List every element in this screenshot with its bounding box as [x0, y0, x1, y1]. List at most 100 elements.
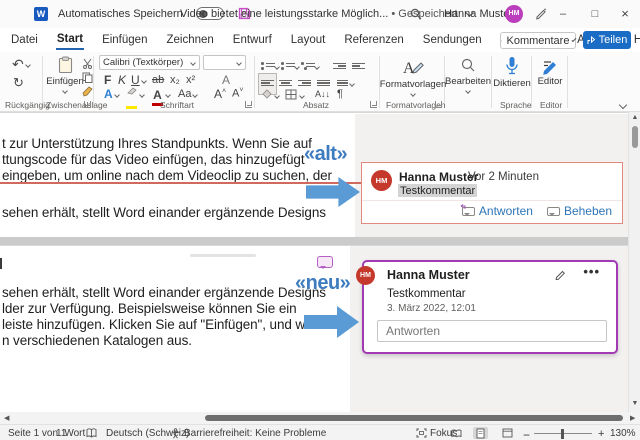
tab-einfuegen[interactable]: Einfügen [101, 32, 148, 48]
styles-button[interactable]: A Formatvorlagen [384, 57, 442, 96]
tab-layout[interactable]: Layout [290, 32, 327, 48]
redo-button[interactable]: ↻ [13, 76, 24, 89]
ribbon-collapse-chevron[interactable] [619, 101, 627, 109]
accessibility-status[interactable]: Barrierefreiheit: Keine Probleme [184, 428, 326, 439]
comment-avatar: HM [371, 170, 392, 191]
borders-chevron[interactable] [299, 93, 305, 99]
tab-zeichnen[interactable]: Zeichnen [165, 32, 214, 48]
user-name[interactable]: Hanna Muster [444, 8, 513, 20]
styles-dialog-launcher[interactable] [435, 101, 442, 108]
accessibility-icon[interactable] [170, 428, 181, 439]
scroll-down-icon[interactable]: ▼ [632, 400, 639, 407]
maximize-button[interactable]: □ [586, 6, 604, 22]
grow-font-button[interactable]: A˄ [214, 87, 226, 101]
undo-button[interactable]: ↶ [12, 57, 30, 71]
comments-button[interactable]: Kommentare [500, 32, 576, 49]
comment-anchor-line [0, 182, 361, 184]
tab-sendungen[interactable]: Sendungen [422, 32, 483, 48]
title-bar: W Automatisches Speichern Video bietet e… [0, 0, 640, 28]
word-count[interactable]: 1 Wort [56, 428, 85, 439]
tab-start[interactable]: Start [56, 31, 84, 50]
paragraph-dialog-launcher[interactable] [370, 101, 377, 108]
horizontal-scrollbar[interactable]: ◀ ▶ [0, 412, 640, 424]
font-dialog-launcher[interactable] [245, 101, 252, 108]
share-button[interactable]: Teilen [583, 31, 631, 49]
comment-card-new[interactable]: HM Hanna Muster ••• Testkommentar 3. Mär… [362, 260, 618, 354]
font-size-select[interactable] [203, 55, 246, 70]
font-name-select[interactable]: Calibri (Textkörper) [99, 55, 200, 70]
tab-entwurf[interactable]: Entwurf [232, 32, 273, 48]
vertical-scrollbar[interactable]: ▲ ▼ [628, 112, 640, 412]
web-layout-button[interactable] [500, 427, 515, 439]
user-avatar[interactable]: HM [505, 5, 523, 23]
search-icon[interactable] [410, 8, 422, 20]
italic-button[interactable]: K [118, 73, 126, 87]
editor-button[interactable]: Editor [535, 56, 565, 87]
more-actions-icon[interactable]: ••• [583, 264, 600, 279]
zoom-in-button[interactable]: + [598, 428, 604, 440]
copy-button[interactable] [82, 72, 93, 83]
comment-text: Testkommentar [398, 184, 477, 197]
clipboard-dialog-launcher[interactable] [84, 101, 91, 108]
shrink-font-button[interactable]: A˅ [232, 87, 243, 100]
paste-button[interactable]: Einfügen [48, 56, 82, 93]
new-comments-pane: sehen erhält, stellt Word einander ergän… [0, 245, 628, 412]
zoom-slider-thumb[interactable] [561, 429, 564, 439]
numbered-list-button[interactable] [281, 58, 299, 76]
status-bar: Seite 1 von 1 1 Wort Deutsch (Schweiz) B… [0, 424, 640, 440]
proofing-icon[interactable] [86, 428, 97, 438]
clear-formatting-button[interactable]: A [222, 73, 230, 87]
read-mode-button[interactable] [449, 427, 464, 439]
print-layout-button[interactable] [473, 427, 488, 439]
scroll-up-icon[interactable]: ▲ [632, 114, 639, 121]
shading-chevron[interactable] [274, 93, 280, 99]
close-button[interactable]: × [616, 6, 634, 22]
comment-card-old[interactable]: HM Hanna Muster Vor 2 Minuten Testkommen… [361, 162, 623, 224]
document-title[interactable]: Video bietet eine leistungsstarke Möglic… [180, 8, 410, 20]
decrease-indent-button[interactable] [333, 58, 346, 76]
text-effects-button[interactable]: A [104, 87, 113, 101]
reply-link[interactable]: Antworten [462, 204, 533, 218]
resolve-link[interactable]: Beheben [547, 204, 612, 218]
vertical-scroll-thumb[interactable] [632, 126, 638, 148]
cut-button[interactable] [82, 58, 93, 69]
multilevel-list-button[interactable] [301, 58, 319, 76]
shading-button[interactable] [261, 89, 273, 99]
zoom-level[interactable]: 130% [610, 428, 636, 439]
zoom-out-button[interactable]: − [523, 428, 530, 440]
scroll-right-icon[interactable]: ▶ [630, 414, 635, 422]
borders-button[interactable] [285, 89, 297, 100]
highlight-chevron[interactable] [139, 92, 145, 98]
reply-input[interactable]: Antworten [377, 320, 607, 342]
tab-datei[interactable]: Datei [10, 32, 39, 48]
text-effects-chevron[interactable] [114, 92, 120, 98]
scroll-left-icon[interactable]: ◀ [4, 414, 9, 422]
pilcrow-button[interactable]: ¶ [337, 88, 343, 100]
underline-button[interactable]: U [131, 73, 140, 87]
inking-pen-icon[interactable] [534, 7, 547, 20]
dictate-button[interactable]: Diktieren [496, 56, 528, 89]
change-case-button[interactable]: Aa [178, 88, 191, 100]
increase-indent-button[interactable] [352, 58, 365, 76]
superscript-button[interactable]: x² [186, 74, 195, 86]
highlight-color-button[interactable] [126, 87, 138, 114]
edit-comment-icon[interactable] [554, 268, 566, 280]
font-color-chevron[interactable] [165, 92, 171, 98]
editing-button[interactable]: Bearbeiten [448, 57, 488, 93]
format-painter-button[interactable] [82, 86, 94, 97]
tab-hilfe[interactable]: Hilfe [633, 32, 640, 48]
doc-text-line: t zur Unterstützung Ihres Standpunkts. W… [2, 136, 312, 151]
tab-referenzen[interactable]: Referenzen [343, 32, 404, 48]
horizontal-scroll-thumb[interactable] [205, 415, 623, 421]
faded-text-artifact [190, 254, 256, 257]
minimize-button[interactable]: – [554, 6, 572, 22]
bold-button[interactable]: F [104, 73, 111, 87]
change-case-chevron[interactable] [192, 92, 198, 98]
align-right-button[interactable] [298, 75, 311, 93]
sort-button[interactable]: A↓↓ [315, 89, 330, 99]
underline-menu-chevron[interactable] [141, 78, 147, 84]
group-label-editor: Editor [540, 100, 562, 110]
strikethrough-button[interactable]: ab [152, 74, 164, 86]
subscript-button[interactable]: x₂ [170, 74, 180, 86]
focus-icon[interactable] [416, 428, 427, 438]
